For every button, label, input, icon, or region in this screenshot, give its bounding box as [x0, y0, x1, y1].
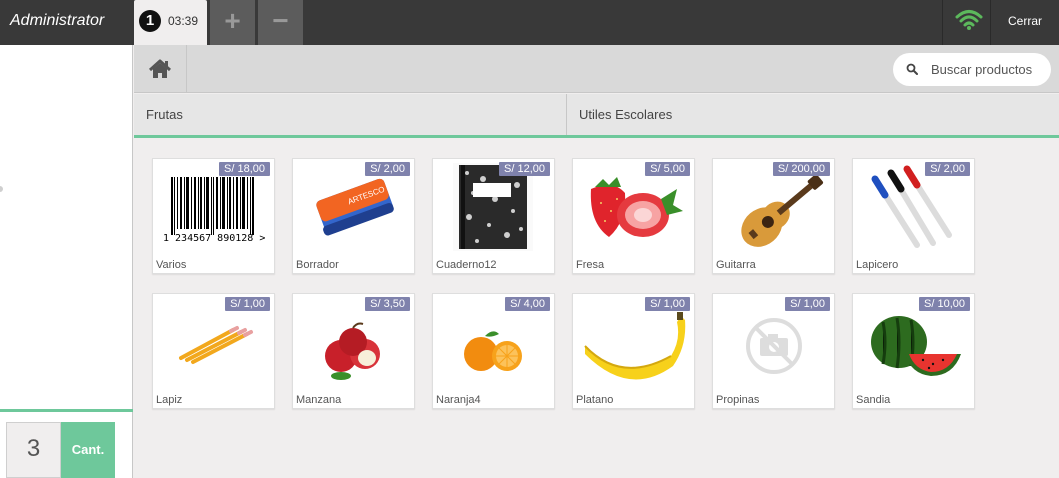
product-card[interactable]: S/ 1,00 Platano — [572, 293, 695, 409]
breadcrumb: Buscar productos — [134, 45, 1059, 93]
wifi-status — [942, 0, 991, 45]
product-name: Manzana — [296, 394, 342, 406]
wifi-icon — [955, 10, 983, 30]
quantity-mode-button[interactable]: Cant. — [61, 422, 115, 478]
product-name: Lapicero — [856, 259, 899, 271]
product-price: S/ 5,00 — [645, 162, 690, 176]
category-bar: Frutas Utiles Escolares — [134, 94, 1059, 138]
product-card[interactable]: S/ 4,00 Naranja4 — [432, 293, 555, 409]
product-price: S/ 2,00 — [365, 162, 410, 176]
product-price: S/ 18,00 — [219, 162, 270, 176]
product-name: Guitarra — [716, 259, 756, 271]
search-placeholder: Buscar productos — [931, 62, 1033, 77]
numpad-key-3[interactable]: 3 — [6, 422, 61, 478]
product-price: S/ 1,00 — [225, 297, 270, 311]
product-card[interactable]: S/ 5,00 Fresa — [572, 158, 695, 274]
product-card[interactable]: 1 234567 890128 > S/ 18,00 Varios — [152, 158, 275, 274]
product-name: Fresa — [576, 259, 605, 271]
product-name: Borrador — [296, 259, 339, 271]
category-frutas[interactable]: Frutas — [134, 94, 567, 135]
product-name: Lapiz — [156, 394, 183, 406]
product-card[interactable]: S/ 1,00 Lapiz — [152, 293, 275, 409]
product-name: Cuaderno12 — [436, 259, 497, 271]
user-name[interactable]: Administrator — [10, 12, 104, 30]
top-bar: Administrator 1 03:39 + − Cerrar — [0, 0, 1059, 45]
product-name: Naranja4 — [436, 394, 481, 406]
remove-order-button[interactable]: − — [258, 0, 303, 45]
home-button[interactable] — [134, 45, 187, 93]
product-price: S/ 3,50 — [365, 297, 410, 311]
add-order-button[interactable]: + — [210, 0, 255, 45]
order-tab[interactable]: 1 03:39 — [134, 0, 207, 45]
product-price: S/ 12,00 — [499, 162, 550, 176]
search-icon — [906, 63, 918, 75]
product-name: Sandia — [856, 394, 891, 406]
product-price: S/ 2,00 — [925, 162, 970, 176]
product-card[interactable]: S/ 200,00 Guitarra — [712, 158, 835, 274]
product-card[interactable]: S/ 3,50 Manzana — [292, 293, 415, 409]
order-divider — [0, 409, 133, 412]
product-price: S/ 200,00 — [772, 162, 830, 176]
product-card[interactable]: S/ 1,00 Propinas — [712, 293, 835, 409]
scroll-indicator — [0, 186, 3, 192]
home-icon — [148, 59, 172, 78]
product-price: S/ 1,00 — [645, 297, 690, 311]
product-name: Varios — [156, 259, 187, 271]
search-input[interactable]: Buscar productos — [893, 53, 1051, 86]
order-number: 1 — [139, 10, 161, 32]
barcode-number: 1 234567 890128 > — [163, 233, 266, 244]
product-name: Platano — [576, 394, 614, 406]
product-price: S/ 1,00 — [785, 297, 830, 311]
product-card[interactable]: ARTESCO S/ 2,00 Borrador — [292, 158, 415, 274]
product-price: S/ 10,00 — [919, 297, 970, 311]
product-name: Propinas — [716, 394, 760, 406]
order-panel — [0, 45, 133, 478]
product-card[interactable]: S/ 2,00 Lapicero — [852, 158, 975, 274]
product-card[interactable]: S/ 10,00 Sandia — [852, 293, 975, 409]
order-time: 03:39 — [168, 14, 199, 28]
product-card[interactable]: S/ 12,00 Cuaderno12 — [432, 158, 555, 274]
close-button[interactable]: Cerrar — [991, 0, 1059, 45]
category-utiles-escolares[interactable]: Utiles Escolares — [567, 94, 1059, 135]
product-price: S/ 4,00 — [505, 297, 550, 311]
